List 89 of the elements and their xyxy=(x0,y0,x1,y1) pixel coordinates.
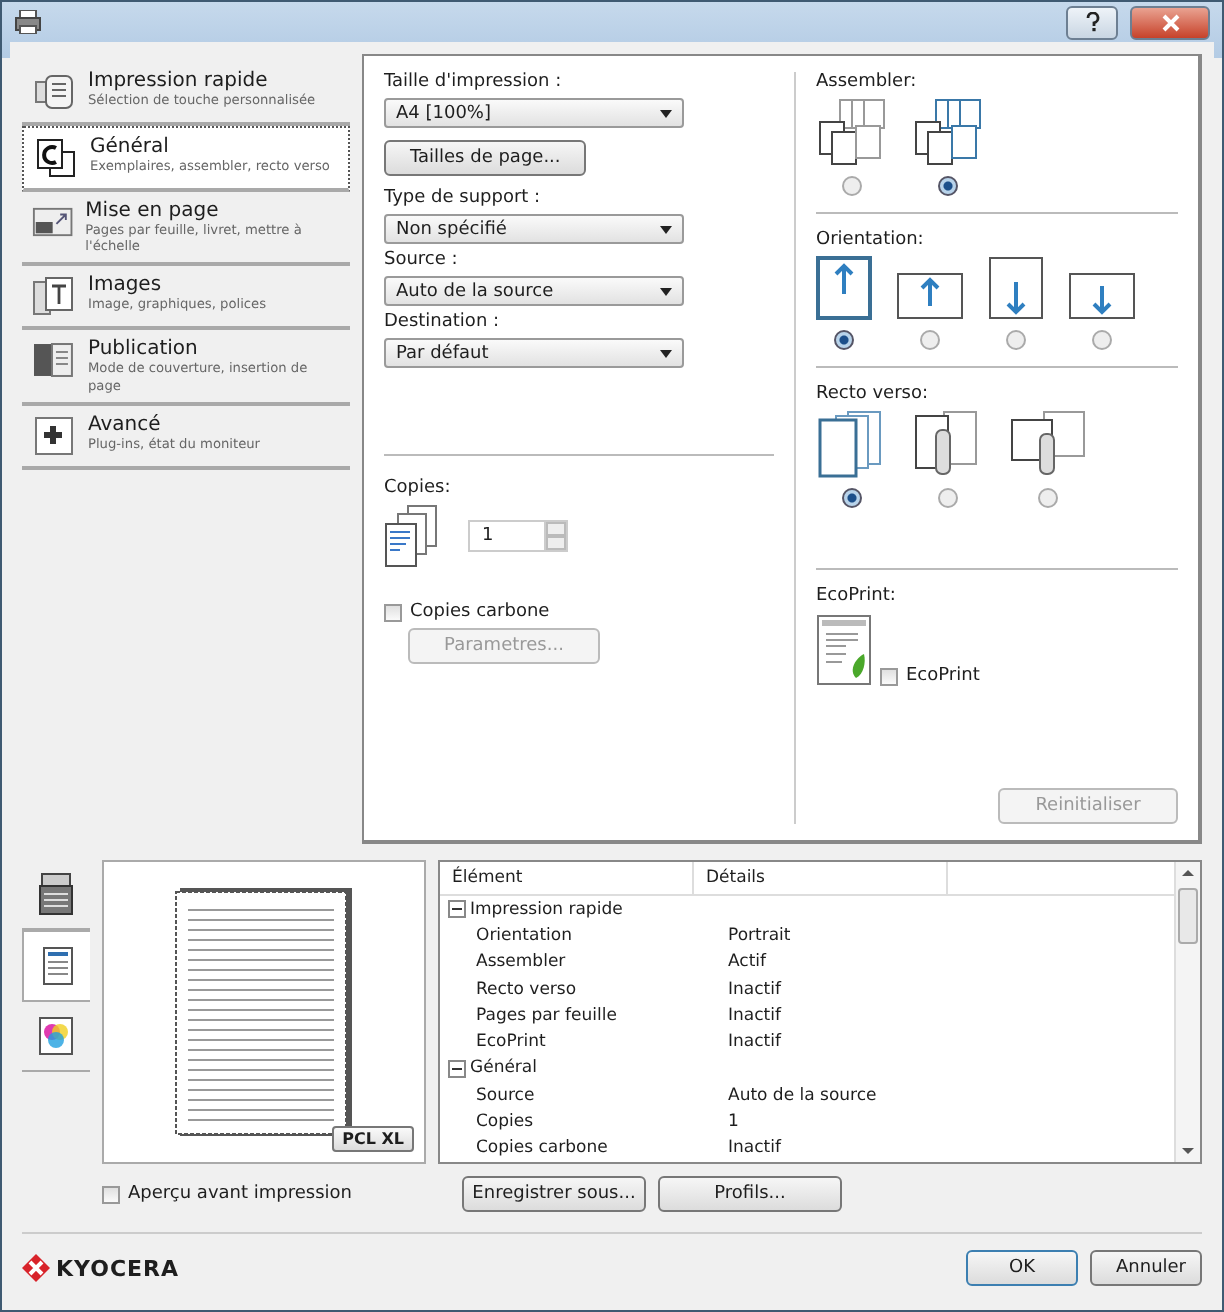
radio-button[interactable] xyxy=(938,488,958,508)
table-cell: Assembler xyxy=(476,952,566,973)
group-label: Général xyxy=(470,1058,537,1079)
table-cell: Pages par feuille xyxy=(476,1005,617,1026)
ok-button[interactable]: OK xyxy=(966,1250,1078,1286)
document-stack-icon xyxy=(32,70,76,114)
radio-button[interactable] xyxy=(1006,330,1026,350)
radio-button[interactable] xyxy=(938,176,958,196)
page-sizes-button[interactable]: Tailles de page... xyxy=(384,140,587,176)
scrollbar[interactable] xyxy=(1174,862,1200,1162)
landscape-up-icon xyxy=(896,272,964,320)
radio-button[interactable] xyxy=(920,330,940,350)
table-cell: Portrait xyxy=(728,925,791,946)
preview-tab[interactable] xyxy=(22,930,90,1002)
table-cell: Inactif xyxy=(728,1138,781,1159)
section-label: EcoPrint: xyxy=(816,586,898,606)
radio-button[interactable] xyxy=(842,488,862,508)
flip-page-icon xyxy=(1008,410,1088,478)
help-button[interactable] xyxy=(1066,5,1118,39)
puzzle-icon xyxy=(32,413,76,458)
brand-logo-text: KYOCERA xyxy=(56,1255,180,1281)
collate-pages-icon xyxy=(912,98,984,166)
table-cell: Inactif xyxy=(728,979,781,1000)
portrait-up-icon xyxy=(816,256,872,320)
page-icon xyxy=(41,946,73,986)
dropdown[interactable]: Auto de la source xyxy=(384,276,684,306)
sidebar-item-title: Mise en page xyxy=(85,200,221,222)
radio-button[interactable] xyxy=(842,176,862,196)
collapse-icon[interactable] xyxy=(448,900,466,919)
cancel-button[interactable]: Annuler xyxy=(1090,1250,1202,1286)
table-cell: Orientation xyxy=(476,925,572,946)
field-label: Type de support : xyxy=(384,188,543,208)
field-label: Copies: xyxy=(384,478,453,498)
table-cell: Copies carbone xyxy=(476,1138,608,1159)
section-label: Assembler: xyxy=(816,72,919,92)
column-header[interactable]: Détails xyxy=(694,862,948,894)
checkbox-label: Copies carbone xyxy=(410,602,550,622)
logo-icon xyxy=(22,1254,50,1282)
sidebar-item-title: Général xyxy=(90,136,171,158)
checkbox-label: Aperçu avant impression xyxy=(128,1184,352,1204)
sidebar-item-title: Impression rapide xyxy=(88,70,270,92)
copy-pages-icon xyxy=(34,136,78,180)
checkbox[interactable] xyxy=(880,668,898,686)
table-cell: Inactif xyxy=(728,1005,781,1026)
checkbox[interactable] xyxy=(384,603,402,621)
copies-icon xyxy=(384,504,440,568)
save-as-button[interactable]: Enregistrer sous... xyxy=(462,1176,646,1212)
close-icon xyxy=(1161,13,1179,31)
sidebar-item-title: Publication xyxy=(87,338,200,361)
portrait-down-icon xyxy=(988,256,1044,320)
profiles-button[interactable]: Profils... xyxy=(658,1176,842,1212)
table-cell: Recto verso xyxy=(476,979,577,1000)
radio-button[interactable] xyxy=(1038,488,1058,508)
table-cell: Auto de la source xyxy=(728,1085,877,1106)
sidebar-item-title: Images xyxy=(88,274,164,297)
table-cell: Inactif xyxy=(728,1032,781,1053)
help-icon xyxy=(1085,12,1099,32)
section-label: Recto verso: xyxy=(816,384,931,404)
checkbox[interactable] xyxy=(102,1185,120,1203)
booklet-icon xyxy=(32,338,76,383)
sidebar-item-title: Avancé xyxy=(88,413,163,436)
printer-icon xyxy=(38,872,74,916)
group-label: Impression rapide xyxy=(470,899,623,920)
dropdown[interactable]: Non spécifié xyxy=(384,214,684,244)
printer-icon xyxy=(14,10,42,34)
color-circles-icon xyxy=(38,1016,74,1056)
landscape-down-icon xyxy=(1068,272,1136,320)
table-cell: 1 xyxy=(728,1112,739,1133)
close-button[interactable] xyxy=(1130,5,1210,39)
field-label: Taille d'impression : xyxy=(384,72,564,92)
table-cell: Actif xyxy=(728,952,767,973)
table-cell: Source xyxy=(476,1085,535,1106)
table-cell: EcoPrint xyxy=(476,1032,546,1053)
column-header[interactable]: Élément xyxy=(440,862,694,894)
text-page-icon xyxy=(32,274,76,319)
checkbox-label: EcoPrint xyxy=(906,666,980,686)
language-badge: PCL XL xyxy=(332,1126,414,1152)
radio-button[interactable] xyxy=(834,330,854,350)
table-cell: Copies xyxy=(476,1112,534,1133)
collapse-icon[interactable] xyxy=(448,1059,466,1078)
copies-spinner[interactable]: 1 xyxy=(468,520,568,552)
radio-button[interactable] xyxy=(1092,330,1112,350)
section-label: Orientation: xyxy=(816,230,926,250)
dropdown[interactable]: Par défaut xyxy=(384,338,684,368)
eco-document-icon xyxy=(816,614,872,686)
field-label: Source : xyxy=(384,250,460,270)
collate-pages-icon xyxy=(816,98,888,166)
print-size-dropdown[interactable]: A4 [100%] xyxy=(384,98,684,128)
field-label: Destination : xyxy=(384,312,502,332)
